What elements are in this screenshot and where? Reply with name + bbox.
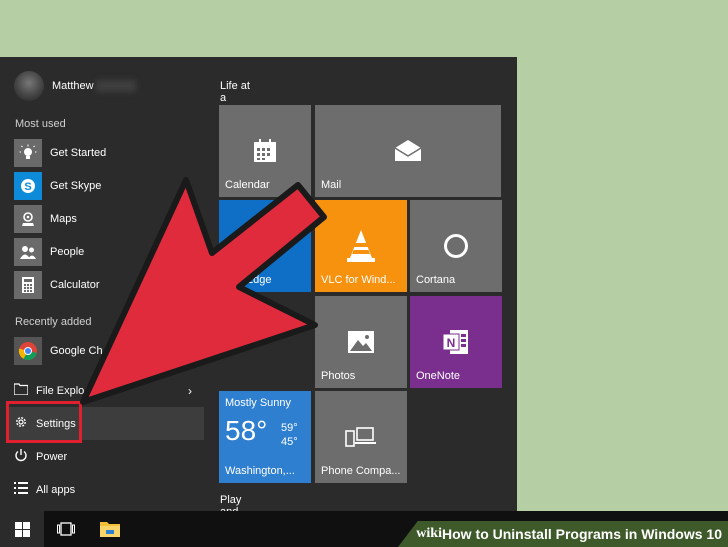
app-maps[interactable]: Maps [14, 204, 204, 234]
tile-label: Mail [321, 179, 342, 191]
skype-icon: S [14, 172, 42, 200]
tile-label: soft Edge [225, 274, 272, 286]
tile-mail[interactable]: Mail [315, 105, 501, 197]
lightbulb-icon [14, 139, 42, 167]
user-account[interactable]: Matthew [14, 71, 136, 101]
tile-label: Calendar [225, 179, 270, 191]
app-label: People [50, 246, 85, 258]
user-name: Matthew [52, 80, 94, 92]
maps-icon [14, 205, 42, 233]
tile-label: Phone Compa... [321, 465, 401, 477]
onenote-icon: N [442, 330, 468, 354]
start-menu: Matthew Most used Get Started S Get Skyp… [0, 57, 517, 530]
tile-label: OneNote [416, 370, 461, 382]
start-button[interactable] [0, 511, 44, 547]
people-icon [14, 238, 42, 266]
weather-low: 45° [281, 436, 298, 448]
app-get-started[interactable]: Get Started [14, 138, 204, 168]
list-icon [14, 481, 28, 499]
windows-logo-icon [14, 521, 30, 537]
weather-location: Washington,... [225, 465, 295, 477]
app-get-skype[interactable]: S Get Skype [14, 171, 204, 201]
photos-icon [348, 331, 374, 353]
wiki-logo-text: wiki [416, 526, 442, 541]
app-label: Get Skype [50, 180, 102, 192]
file-explorer-item[interactable]: File Explo › [13, 380, 204, 402]
phone-companion-icon [345, 427, 376, 447]
power-item[interactable]: Power [14, 446, 204, 468]
weather-high: 59° [281, 422, 298, 434]
folder-icon [100, 522, 120, 537]
app-google-chrome[interactable]: Google Ch [14, 336, 204, 366]
all-apps-label: All apps [36, 484, 76, 496]
tile-label: Cortana [416, 274, 456, 286]
tile-onenote[interactable]: N OneNote [410, 296, 502, 388]
cortana-icon [444, 234, 468, 258]
task-view-button[interactable] [44, 511, 88, 547]
tile-label: Photos [321, 370, 356, 382]
svg-text:S: S [24, 181, 31, 193]
tile-cortana[interactable]: Cortana [410, 200, 502, 292]
app-calculator[interactable]: Calculator [14, 270, 204, 300]
name-redaction [95, 80, 136, 92]
start-left-pane: Matthew Most used Get Started S Get Skyp… [0, 57, 205, 511]
recently-added-heading: Recently added [15, 316, 92, 328]
file-explorer-label: File Explo [36, 385, 85, 397]
wikihow-banner: wiki How to Uninstall Programs in Window… [398, 521, 728, 547]
tile-phone-companion[interactable]: Phone Compa... [315, 391, 407, 483]
mail-icon [394, 140, 422, 161]
settings-highlight-box [6, 401, 82, 443]
power-label: Power [36, 451, 68, 463]
task-view-icon [57, 522, 75, 536]
chevron-right-icon[interactable]: › [188, 384, 192, 398]
how-logo-text: How [441, 526, 472, 542]
tile-edge[interactable]: soft Edge [219, 200, 311, 292]
calculator-icon [14, 271, 42, 299]
weather-temp: 58° [225, 415, 268, 446]
app-label: Maps [50, 213, 77, 225]
avatar [14, 71, 44, 101]
app-label: Google Ch [50, 345, 103, 357]
file-explorer-taskbar-button[interactable] [88, 511, 132, 547]
tile-label: VLC for Wind... [321, 274, 396, 286]
tile-calendar[interactable]: Calendar [219, 105, 311, 197]
power-icon [14, 448, 28, 467]
tile-photos[interactable]: Photos [315, 296, 407, 388]
folder-icon [13, 382, 29, 400]
app-label: Calculator [50, 279, 100, 291]
weather-condition: Mostly Sunny [225, 397, 292, 409]
svg-text:N: N [447, 336, 456, 350]
banner-title: to Uninstall Programs in Windows 10 [475, 526, 722, 542]
app-label: Get Started [50, 147, 107, 159]
chrome-icon [14, 337, 42, 365]
all-apps-item[interactable]: All apps [14, 479, 204, 501]
most-used-heading: Most used [15, 118, 66, 130]
vlc-cone-icon [347, 230, 375, 262]
app-people[interactable]: People [14, 237, 204, 267]
calendar-icon [254, 139, 276, 162]
tile-vlc[interactable]: VLC for Wind... [315, 200, 407, 292]
tile-weather[interactable]: Mostly Sunny 58° 59° 45° Washington,... [219, 391, 311, 483]
